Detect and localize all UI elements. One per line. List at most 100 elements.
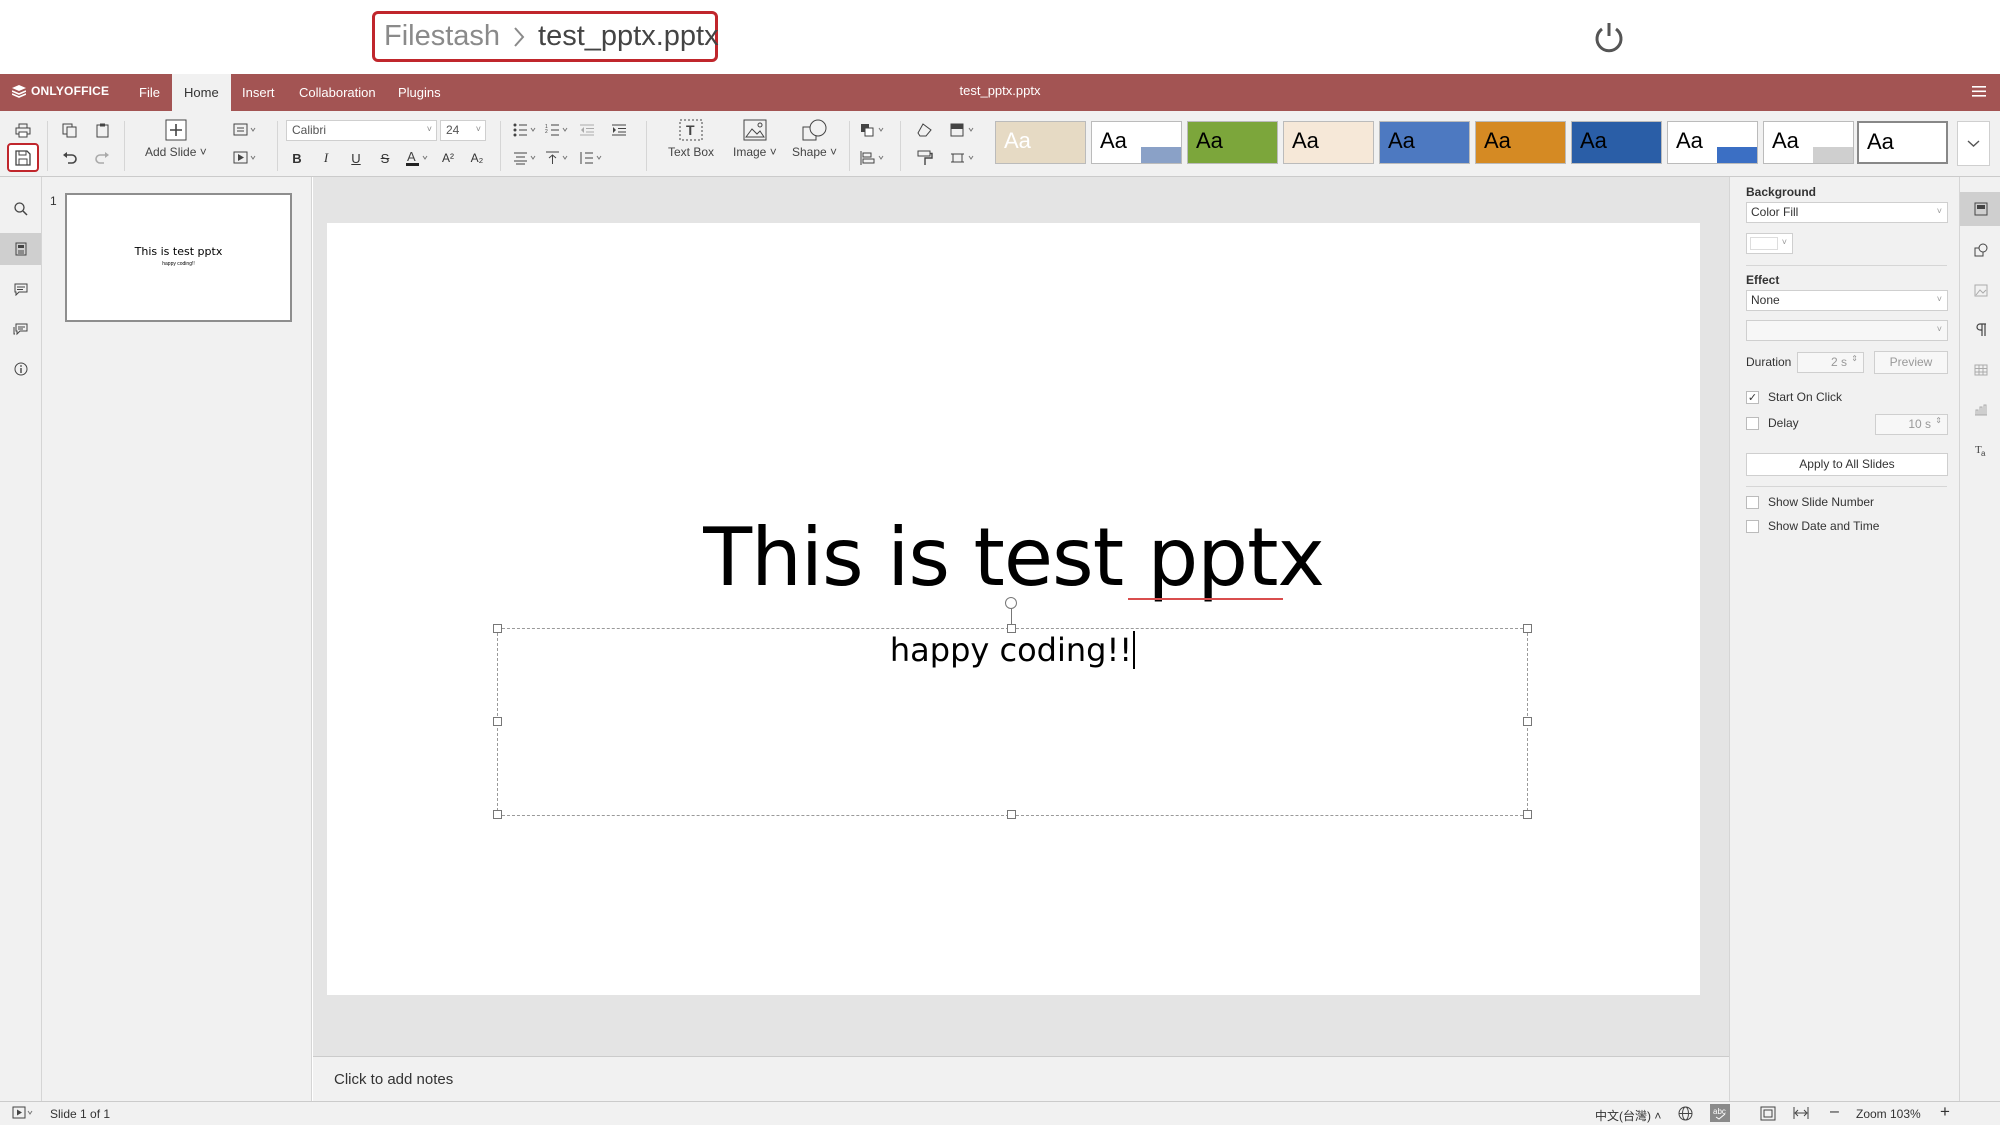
language-selector[interactable]: 中文(台灣) ˄ (1595, 1107, 1661, 1124)
font-name-select[interactable]: Calibri ˅ (286, 120, 437, 141)
bold-icon[interactable]: B (288, 148, 306, 168)
paragraph-settings-icon[interactable] (1960, 313, 2000, 347)
theme-thumbnail[interactable]: Aa (1091, 121, 1182, 164)
power-icon[interactable] (1593, 21, 1625, 55)
slide-thumbnail[interactable]: This is test pptx happy coding!! (65, 193, 292, 322)
zoom-out-button[interactable]: – (1830, 1103, 1839, 1121)
italic-icon[interactable]: I (317, 148, 335, 168)
background-select[interactable]: Color Fill ˅ (1746, 202, 1948, 223)
shape-settings-icon[interactable] (1960, 233, 2000, 267)
preview-button[interactable]: Preview (1874, 351, 1948, 374)
tab-home[interactable]: Home (172, 74, 231, 111)
resize-handle[interactable] (1523, 810, 1532, 819)
slide-settings-icon[interactable] (1960, 192, 2000, 226)
image-settings-icon[interactable] (1960, 273, 2000, 307)
resize-handle[interactable] (493, 717, 502, 726)
undo-icon[interactable] (58, 148, 80, 168)
slide-subtitle[interactable]: happy coding!!​ (497, 628, 1528, 669)
print-icon[interactable] (12, 120, 34, 140)
superscript-icon[interactable]: A² (438, 148, 458, 168)
slide-title[interactable]: This is test pptx (327, 511, 1700, 604)
increase-indent-icon[interactable] (608, 120, 630, 140)
breadcrumb-root[interactable]: Filestash (384, 20, 500, 53)
show-date-time-checkbox[interactable]: Show Date and Time (1746, 519, 1879, 533)
tab-insert[interactable]: Insert (230, 74, 287, 111)
comments-icon[interactable] (0, 273, 41, 305)
theme-thumbnail[interactable]: Aa (1571, 121, 1662, 164)
subscript-icon[interactable]: A₂ (467, 148, 487, 168)
apply-all-slides-button[interactable]: Apply to All Slides (1746, 453, 1948, 476)
theme-thumbnail[interactable]: Aa (1857, 121, 1948, 164)
decrease-indent-icon[interactable] (576, 120, 598, 140)
resize-handle[interactable] (1523, 717, 1532, 726)
theme-thumbnail[interactable]: Aa (995, 121, 1086, 164)
strikethrough-icon[interactable]: S (376, 148, 394, 168)
theme-thumbnail[interactable]: Aa (1187, 121, 1278, 164)
rotate-handle[interactable] (1005, 597, 1017, 609)
table-settings-icon[interactable] (1960, 353, 2000, 387)
menu-icon[interactable] (1972, 86, 1986, 97)
align-center-icon[interactable] (512, 148, 540, 168)
delay-checkbox[interactable]: Delay (1746, 416, 1799, 430)
themes-more-button[interactable] (1957, 121, 1990, 166)
start-slideshow-icon[interactable] (12, 1106, 34, 1119)
redo-icon[interactable] (91, 148, 113, 168)
image-button[interactable]: Image ˅ (733, 119, 777, 159)
format-painter-icon[interactable] (914, 148, 936, 168)
slide[interactable] (327, 223, 1700, 995)
clear-style-icon[interactable] (914, 120, 936, 140)
show-slide-number-checkbox[interactable]: Show Slide Number (1746, 495, 1874, 509)
underline-icon[interactable]: U (347, 148, 365, 168)
resize-handle[interactable] (1007, 624, 1016, 633)
tab-collaboration[interactable]: Collaboration (287, 74, 388, 111)
layout-icon[interactable] (230, 120, 260, 140)
theme-thumbnail[interactable]: Aa (1763, 121, 1854, 164)
shape-icon (802, 119, 827, 141)
shape-button[interactable]: Shape ˅ (792, 119, 837, 159)
slide-size-icon[interactable] (948, 148, 980, 168)
delay-input[interactable]: 10 s ⇕ (1875, 414, 1948, 435)
save-button[interactable] (7, 143, 39, 172)
bullet-list-icon[interactable] (512, 120, 540, 140)
tab-file[interactable]: File (127, 74, 172, 111)
delay-label: Delay (1768, 416, 1799, 430)
theme-thumbnail[interactable]: Aa (1283, 121, 1374, 164)
fit-slide-icon[interactable] (1760, 1106, 1776, 1121)
effect-select[interactable]: None ˅ (1746, 290, 1948, 311)
theme-thumbnail[interactable]: Aa (1667, 121, 1758, 164)
zoom-in-button[interactable]: + (1940, 1102, 1950, 1122)
resize-handle[interactable] (493, 624, 502, 633)
start-on-click-checkbox[interactable]: ✓ Start On Click (1746, 390, 1842, 404)
notes-area[interactable]: Click to add notes (313, 1056, 1729, 1101)
copy-icon[interactable] (58, 120, 80, 140)
fit-width-icon[interactable] (1793, 1107, 1809, 1119)
globe-icon[interactable] (1678, 1106, 1693, 1121)
info-icon[interactable] (0, 353, 41, 385)
arrange-icon[interactable] (858, 120, 890, 140)
paste-icon[interactable] (91, 120, 113, 140)
align-shape-icon[interactable] (858, 148, 890, 168)
font-size-select[interactable]: 24 ˅ (440, 120, 486, 141)
text-art-settings-icon[interactable]: Ta (1960, 433, 2000, 467)
add-slide-button[interactable]: Add Slide ˅ (145, 119, 207, 159)
text-box-button[interactable]: T Text Box (668, 119, 714, 159)
resize-handle[interactable] (1523, 624, 1532, 633)
tab-plugins[interactable]: Plugins (386, 74, 453, 111)
resize-handle[interactable] (1007, 810, 1016, 819)
color-scheme-icon[interactable] (948, 120, 980, 140)
chart-settings-icon[interactable] (1960, 393, 2000, 427)
slides-panel-icon[interactable] (0, 233, 41, 265)
vertical-align-icon[interactable] (544, 148, 572, 168)
line-spacing-icon[interactable] (578, 148, 606, 168)
duration-input[interactable]: 2 s ⇕ (1797, 352, 1864, 373)
chat-icon[interactable] (0, 313, 41, 345)
slideshow-icon[interactable] (230, 148, 260, 168)
spellcheck-icon[interactable]: abc (1710, 1104, 1730, 1122)
resize-handle[interactable] (493, 810, 502, 819)
font-color-icon[interactable]: A (404, 148, 432, 168)
search-icon[interactable] (0, 193, 41, 225)
theme-thumbnail[interactable]: Aa (1379, 121, 1470, 164)
theme-thumbnail[interactable]: Aa (1475, 121, 1566, 164)
fill-color-picker[interactable]: ˅ (1746, 233, 1793, 254)
numbered-list-icon[interactable]: 12 (544, 120, 572, 140)
